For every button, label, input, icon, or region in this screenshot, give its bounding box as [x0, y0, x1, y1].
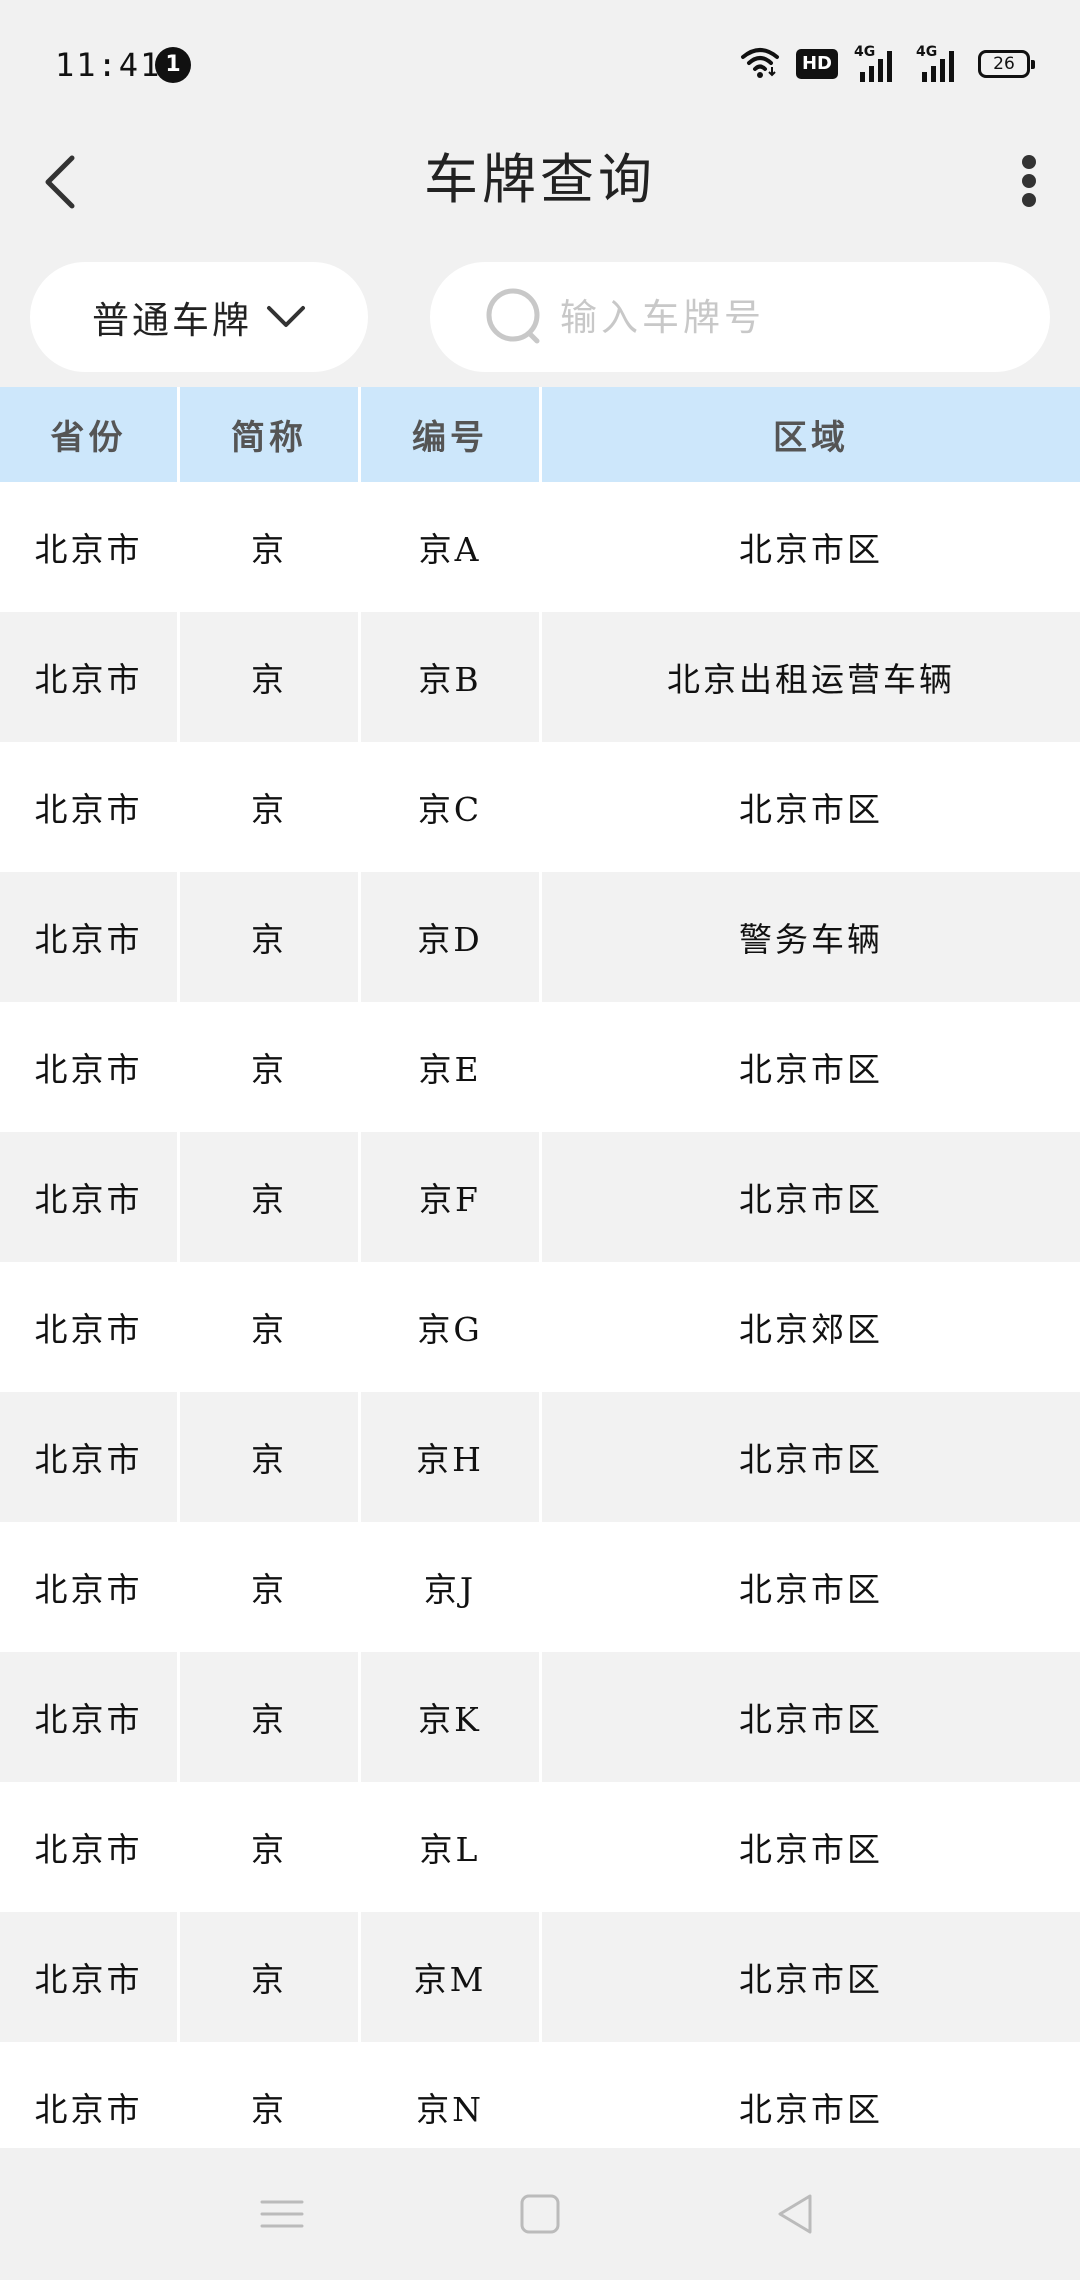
cell-region: 北京市区	[739, 790, 883, 829]
cell-region: 北京出租运营车辆	[667, 660, 955, 699]
cell-region: 北京市区	[739, 1830, 883, 1869]
table-row[interactable]: 北京市京京E 北京市区	[0, 1002, 1080, 1132]
cell-code: 京J	[361, 1522, 542, 1652]
cell-province: 北京市	[0, 1782, 180, 1912]
plate-search-input[interactable]	[560, 280, 1020, 354]
cell-province: 北京市	[0, 1912, 180, 2042]
cell-abbreviation: 京	[180, 1132, 361, 1262]
cell-code: 京G	[361, 1262, 542, 1392]
table-row[interactable]: 北京市京京H 北京市区	[0, 1392, 1080, 1522]
plate-table: 省份 简称 编号 区域 北京市京京A 北京市区 北京市京京B 北京出租运营车辆 北京市京…	[0, 387, 1080, 2172]
status-bar: 11:41 1 HD 4G 4G 26	[0, 0, 1080, 130]
plate-type-dropdown[interactable]: 普通车牌	[30, 262, 368, 372]
cell-region: 警务车辆	[739, 920, 883, 959]
search-box[interactable]	[430, 262, 1050, 372]
cell-abbreviation: 京	[180, 482, 361, 612]
table-header-row: 省份 简称 编号 区域	[0, 387, 1080, 482]
title-bar: 车牌查询	[0, 130, 1080, 280]
table-body: 北京市京京A 北京市区 北京市京京B 北京出租运营车辆 北京市京京C 北京市区 北京市京京D…	[0, 482, 1080, 2172]
table-row[interactable]: 北京市京京G 北京郊区	[0, 1262, 1080, 1392]
cell-code: 京E	[361, 1002, 542, 1132]
cell-code: 京F	[361, 1132, 542, 1262]
cell-abbreviation: 京	[180, 1002, 361, 1132]
cell-province: 北京市	[0, 1522, 180, 1652]
cell-abbreviation: 京	[180, 1652, 361, 1782]
table-row[interactable]: 北京市京京M 北京市区	[0, 1912, 1080, 2042]
cell-code: 京B	[361, 612, 542, 742]
cell-abbreviation: 京	[180, 1262, 361, 1392]
column-header-region: 区域	[773, 418, 849, 458]
cell-region: 北京市区	[739, 1960, 883, 1999]
notification-badge: 1	[155, 47, 191, 83]
cell-region: 北京市区	[739, 1050, 883, 1089]
back-triangle-icon	[778, 2194, 812, 2234]
cell-abbreviation: 京	[180, 1782, 361, 1912]
cell-province: 北京市	[0, 1132, 180, 1262]
cell-abbreviation: 京	[180, 1392, 361, 1522]
cell-region: 北京市区	[739, 1440, 883, 1479]
table-row[interactable]: 北京市京京F 北京市区	[0, 1132, 1080, 1262]
cell-region: 北京市区	[739, 1180, 883, 1219]
cell-province: 北京市	[0, 1262, 180, 1392]
cell-province: 北京市	[0, 872, 180, 1002]
table-row[interactable]: 北京市京京J 北京市区	[0, 1522, 1080, 1652]
more-dot-icon	[1022, 155, 1036, 169]
cell-abbreviation: 京	[180, 742, 361, 872]
table-row[interactable]: 北京市京京D 警务车辆	[0, 872, 1080, 1002]
home-icon	[520, 2194, 560, 2234]
cell-province: 北京市	[0, 1652, 180, 1782]
system-nav-bar	[0, 2148, 1080, 2280]
status-time: 11:41	[55, 46, 162, 84]
cell-region: 北京市区	[739, 1700, 883, 1739]
column-header-abbreviation: 简称	[180, 387, 361, 482]
plate-type-label: 普通车牌	[92, 299, 252, 342]
column-header-province: 省份	[0, 387, 180, 482]
cell-code: 京D	[361, 872, 542, 1002]
more-dot-icon	[1022, 174, 1036, 188]
cell-code: 京M	[361, 1912, 542, 2042]
cell-abbreviation: 京	[180, 612, 361, 742]
back-nav-button[interactable]	[766, 2184, 826, 2244]
search-icon	[486, 288, 540, 344]
cell-code: 京H	[361, 1392, 542, 1522]
menu-icon	[260, 2200, 304, 2228]
page-title: 车牌查询	[424, 148, 656, 211]
table-row[interactable]: 北京市京京L 北京市区	[0, 1782, 1080, 1912]
cell-abbreviation: 京	[180, 1912, 361, 2042]
cell-abbreviation: 京	[180, 872, 361, 1002]
cell-abbreviation: 京	[180, 1522, 361, 1652]
filter-row: 普通车牌	[0, 262, 1080, 372]
battery-icon: 26	[978, 50, 1035, 78]
more-options-button[interactable]	[1004, 140, 1054, 220]
status-icons: HD 4G 4G 26	[740, 44, 1035, 84]
hd-voice-badge: HD	[795, 49, 838, 79]
cell-province: 北京市	[0, 1392, 180, 1522]
table-row[interactable]: 北京市京京A 北京市区	[0, 482, 1080, 612]
home-button[interactable]	[510, 2184, 570, 2244]
cell-region: 北京郊区	[739, 1310, 883, 1349]
chevron-down-icon	[267, 306, 305, 327]
cell-province: 北京市	[0, 1002, 180, 1132]
table-row[interactable]: 北京市京京B 北京出租运营车辆	[0, 612, 1080, 742]
signal-icon: 4G	[854, 44, 900, 82]
wifi-icon	[740, 45, 780, 83]
signal-icon-2: 4G	[916, 44, 962, 82]
cell-code: 京C	[361, 742, 542, 872]
cell-province: 北京市	[0, 482, 180, 612]
more-dot-icon	[1022, 193, 1036, 207]
cell-code: 京A	[361, 482, 542, 612]
table-row[interactable]: 北京市京京C 北京市区	[0, 742, 1080, 872]
cell-region: 北京市区	[739, 530, 883, 569]
column-header-code: 编号	[361, 387, 542, 482]
table-row[interactable]: 北京市京京K 北京市区	[0, 1652, 1080, 1782]
menu-button[interactable]	[252, 2184, 312, 2244]
cell-province: 北京市	[0, 612, 180, 742]
cell-code: 京L	[361, 1782, 542, 1912]
cell-region: 北京市区	[739, 1570, 883, 1609]
cell-province: 北京市	[0, 742, 180, 872]
cell-code: 京K	[361, 1652, 542, 1782]
